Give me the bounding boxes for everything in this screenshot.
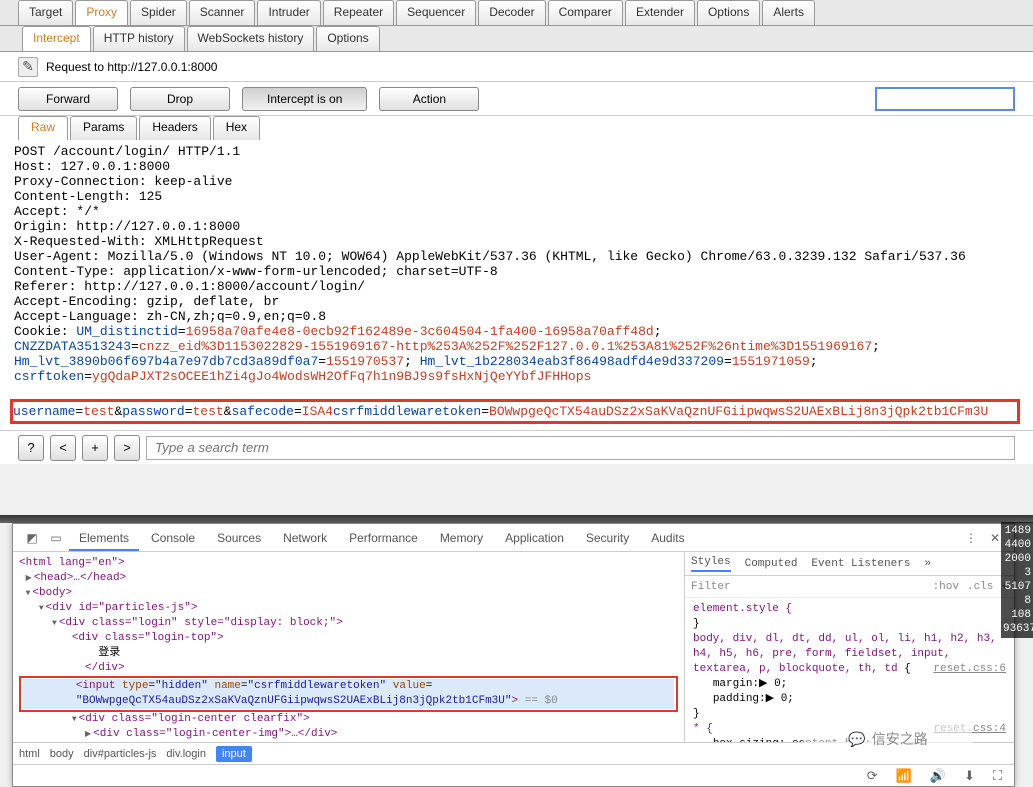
- tab-extender[interactable]: Extender: [625, 0, 695, 25]
- dttab-network[interactable]: Network: [273, 525, 337, 551]
- request-bar: Request to http://127.0.0.1:8000: [0, 52, 1033, 82]
- sound-icon[interactable]: 🔊: [930, 768, 946, 784]
- action-button[interactable]: Action: [379, 87, 479, 111]
- stab-styles[interactable]: Styles: [691, 556, 731, 572]
- search-input[interactable]: [146, 436, 1015, 460]
- tab-intruder[interactable]: Intruder: [257, 0, 320, 25]
- crumb-html[interactable]: html: [19, 748, 40, 760]
- styles-panel: Styles Computed Event Listeners » Filter…: [684, 552, 1014, 742]
- dom-highlight-box: <input type="hidden" name="csrfmiddlewar…: [19, 676, 678, 712]
- dttab-console[interactable]: Console: [141, 525, 205, 551]
- intercept-toggle[interactable]: Intercept is on: [242, 87, 367, 111]
- dttab-memory[interactable]: Memory: [430, 525, 493, 551]
- subtab-ws-history[interactable]: WebSockets history: [187, 26, 315, 51]
- tab-sequencer[interactable]: Sequencer: [396, 0, 476, 25]
- dttab-audits[interactable]: Audits: [641, 525, 694, 551]
- devtools-footer: ⟳ 📶 🔊 ⬇ ⛶: [13, 764, 1014, 786]
- search-input-top[interactable]: [875, 87, 1015, 111]
- forward-button[interactable]: Forward: [18, 87, 118, 111]
- help-button[interactable]: ?: [18, 435, 44, 461]
- side-numbers: 1489 4400 2000 3 5107 8 108 93637: [1001, 522, 1033, 638]
- divider: [0, 515, 1033, 523]
- crumb-login[interactable]: div.login: [166, 748, 206, 760]
- devtools-tabs: ◩ ▭ Elements Console Sources Network Per…: [13, 524, 1014, 552]
- request-body[interactable]: POST /account/login/ HTTP/1.1 Host: 127.…: [0, 140, 1033, 430]
- download-icon[interactable]: ⬇: [964, 768, 975, 784]
- network-icon[interactable]: 📶: [896, 768, 912, 784]
- highlight-box: username=test&password=test&safecode=ISA…: [10, 399, 1020, 424]
- tab-decoder[interactable]: Decoder: [478, 0, 545, 25]
- wechat-icon: 💬: [848, 731, 865, 748]
- tab-target[interactable]: Target: [18, 0, 73, 25]
- dttab-security[interactable]: Security: [576, 525, 639, 551]
- prev-button[interactable]: <: [50, 435, 76, 461]
- device-icon[interactable]: ▭: [45, 527, 67, 549]
- hov-toggle[interactable]: :hov: [933, 581, 959, 593]
- subtab-http-history[interactable]: HTTP history: [93, 26, 185, 51]
- rawtab-headers[interactable]: Headers: [139, 116, 210, 140]
- filter-label[interactable]: Filter: [691, 581, 731, 593]
- bottom-search-bar: ? < + >: [0, 430, 1033, 464]
- dttab-performance[interactable]: Performance: [339, 525, 428, 551]
- stab-computed[interactable]: Computed: [745, 558, 798, 570]
- tab-alerts[interactable]: Alerts: [762, 0, 815, 25]
- kebab-icon[interactable]: ⋮: [960, 527, 982, 549]
- animation-icon[interactable]: ⟳: [867, 768, 878, 784]
- rawtab-hex[interactable]: Hex: [213, 116, 260, 140]
- dttab-elements[interactable]: Elements: [69, 525, 139, 551]
- expand-icon[interactable]: ⛶: [993, 768, 1002, 784]
- tab-spider[interactable]: Spider: [130, 0, 187, 25]
- dom-tree[interactable]: <html lang="en"> <head>…</head> <body> <…: [13, 552, 684, 742]
- tab-scanner[interactable]: Scanner: [189, 0, 256, 25]
- burp-sub-tabs: Intercept HTTP history WebSockets histor…: [0, 26, 1033, 52]
- subtab-options[interactable]: Options: [316, 26, 379, 51]
- styles-filter: Filter :hov .cls +: [685, 576, 1014, 598]
- add-button[interactable]: +: [82, 435, 108, 461]
- tab-proxy[interactable]: Proxy: [75, 0, 128, 25]
- raw-tabs: Raw Params Headers Hex: [0, 116, 1033, 140]
- tab-comparer[interactable]: Comparer: [548, 0, 623, 25]
- stab-more[interactable]: »: [924, 558, 931, 570]
- edit-icon[interactable]: [18, 57, 38, 77]
- dttab-application[interactable]: Application: [495, 525, 574, 551]
- drop-button[interactable]: Drop: [130, 87, 230, 111]
- stab-events[interactable]: Event Listeners: [811, 558, 910, 570]
- tab-repeater[interactable]: Repeater: [323, 0, 394, 25]
- styles-tabs: Styles Computed Event Listeners »: [685, 552, 1014, 576]
- next-button[interactable]: >: [114, 435, 140, 461]
- crumb-input[interactable]: input: [216, 746, 252, 762]
- subtab-intercept[interactable]: Intercept: [22, 26, 91, 51]
- rawtab-params[interactable]: Params: [70, 116, 137, 140]
- tab-options[interactable]: Options: [697, 0, 760, 25]
- rawtab-raw[interactable]: Raw: [18, 116, 68, 140]
- cls-toggle[interactable]: .cls: [967, 581, 993, 593]
- dttab-sources[interactable]: Sources: [207, 525, 271, 551]
- action-row: Forward Drop Intercept is on Action: [0, 82, 1033, 116]
- request-label: Request to http://127.0.0.1:8000: [46, 60, 217, 74]
- watermark: 💬 信安之路: [803, 719, 973, 759]
- crumb-particles[interactable]: div#particles-js: [84, 748, 157, 760]
- burp-main-tabs: Target Proxy Spider Scanner Intruder Rep…: [0, 0, 1033, 26]
- crumb-body[interactable]: body: [50, 748, 74, 760]
- inspect-icon[interactable]: ◩: [21, 527, 43, 549]
